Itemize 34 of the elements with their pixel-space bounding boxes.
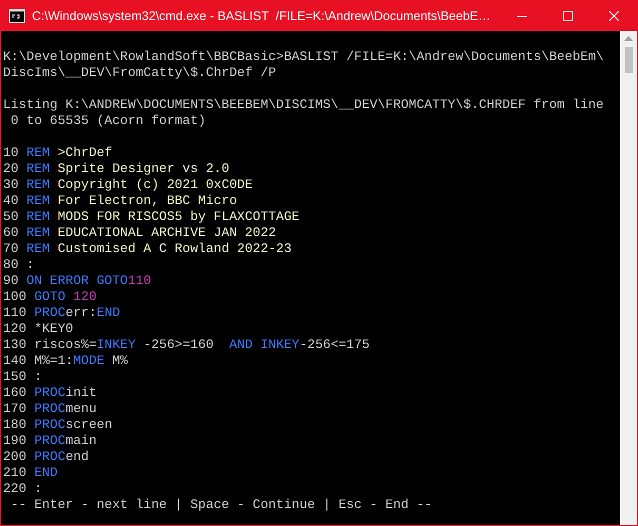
console-line: 180 PROCscreen xyxy=(3,417,112,433)
console-line: 20 REM Sprite Designer vs 2.0 xyxy=(3,161,230,177)
console-line: -- Enter - next line | Space - Continue | Esc - End -- xyxy=(10,497,432,513)
console-line: 190 PROCmain xyxy=(3,433,97,449)
console-line: 90 ON ERROR GOTO110 xyxy=(3,273,152,289)
console-line: 120 *KEY0 xyxy=(3,321,74,337)
console-line: 100 GOTO 120 xyxy=(3,289,97,305)
scrollbar-thumb[interactable] xyxy=(624,47,632,73)
console-line: 160 PROCinit xyxy=(3,385,97,401)
console-line: 170 PROCmenu xyxy=(3,401,97,417)
console-line: Listing K:\ANDREW\DOCUMENTS\BEEBEM\DISCIMS\__DEV\FROMCATTY\$.CHRDEF from line xyxy=(3,97,604,113)
console-line: K:\Development\RowlandSoft\BBCBasic>BASLIST /FILE=K:\Andrew\Documents\BeebEm\ xyxy=(3,49,604,65)
console-line: DiscIms\__DEV\FromCatty\$.ChrDef /P xyxy=(3,65,276,81)
console-line: 40 REM For Electron, BBC Micro xyxy=(3,193,238,209)
console-line: 130 riscos%=INKEY -256>=160 AND INKEY-256<=175 xyxy=(3,337,370,353)
scrollbar[interactable] xyxy=(620,31,637,525)
maximize-icon xyxy=(563,11,573,21)
window-title: C:\Windows\system32\cmd.exe - BASLIST /FILE=K:\Andrew\Documents\BeebE… xyxy=(32,8,492,25)
console-line: 30 REM Copyright (c) 2021 0xC0DE xyxy=(3,177,253,193)
console-app-icon xyxy=(9,9,25,23)
console-line: 60 REM EDUCATIONAL ARCHIVE JAN 2022 xyxy=(3,225,276,241)
console-line: 70 REM Customised A C Rowland 2022-23 xyxy=(3,241,292,257)
console-line: 0 to 65535 (Acorn format) xyxy=(10,113,206,129)
console-line: 210 END xyxy=(3,465,58,481)
console-line: 220 : xyxy=(3,481,42,497)
console-line: 200 PROCend xyxy=(3,449,89,465)
console-line: 80 : xyxy=(3,257,34,273)
console-line: 10 REM >ChrDef xyxy=(3,145,112,161)
console-line: 50 REM MODS FOR RISCOS5 by FLAXCOTTAGE xyxy=(3,209,300,225)
console-line: 110 PROCerr:END xyxy=(3,305,120,321)
console-line: 140 M%=1:MODE M% xyxy=(3,353,128,369)
scroll-up-icon[interactable] xyxy=(624,36,633,41)
console-line: 150 : xyxy=(3,369,42,385)
close-icon xyxy=(609,11,619,21)
